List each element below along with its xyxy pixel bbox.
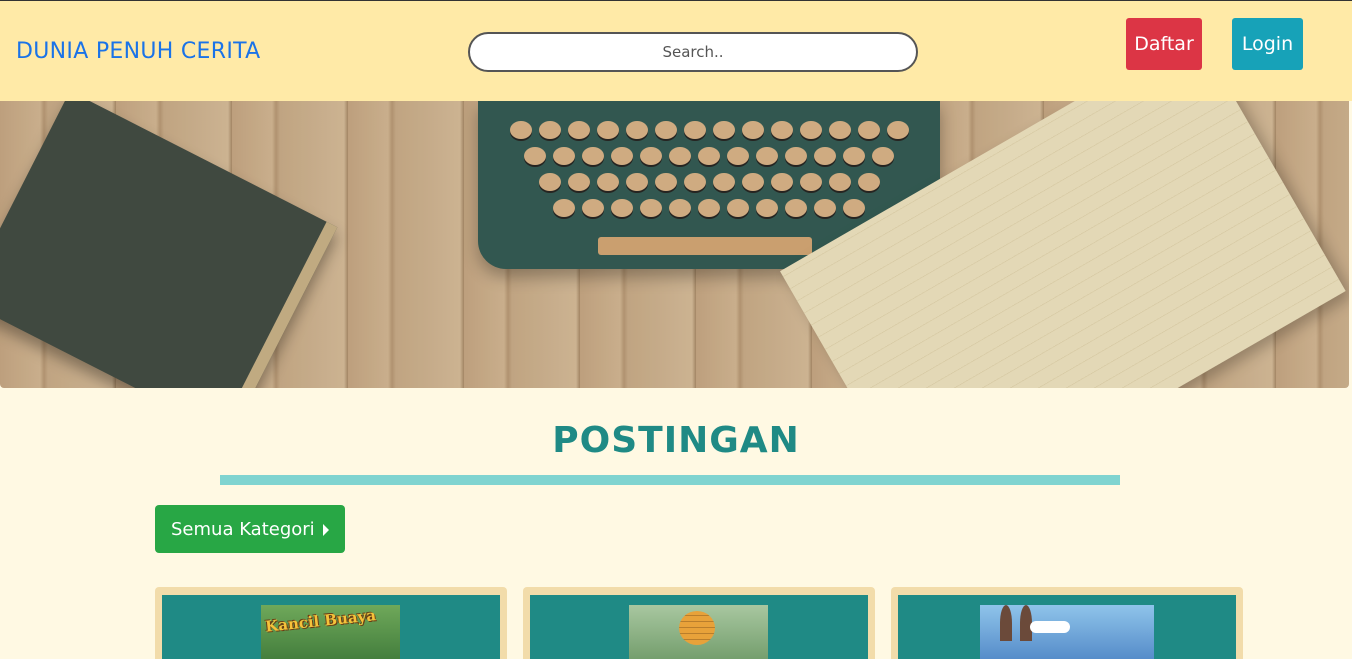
search-input[interactable] [468,32,918,72]
post-card[interactable] [523,587,875,659]
login-button[interactable]: Login [1232,18,1303,70]
hero-banner-image [0,101,1349,388]
post-card-body [530,595,868,659]
cloud-illustration [1030,621,1070,633]
post-thumbnail[interactable] [629,605,768,659]
post-card-body [898,595,1236,659]
navbar: DUNIA PENUH CERITA Daftar Login [0,0,1352,101]
category-dropdown-button[interactable]: Semua Kategori [155,505,345,553]
post-card[interactable] [891,587,1243,659]
beehive-illustration [679,611,715,645]
post-thumbnail[interactable]: Kancil Buaya [261,605,400,659]
post-card-body: Kancil Buaya [162,595,500,659]
caret-right-icon [323,524,329,536]
category-button-label: Semua Kategori [171,518,315,540]
post-thumbnail[interactable] [980,605,1154,659]
brand-title[interactable]: DUNIA PENUH CERITA [16,39,261,64]
thumbnail-logo-text: Kancil Buaya [264,606,377,636]
daftar-button[interactable]: Daftar [1126,18,1202,70]
donkey-ear-illustration [1000,605,1012,641]
section-title: POSTINGAN [552,420,800,461]
section-title-underline [220,475,1120,485]
post-card[interactable]: Kancil Buaya [155,587,507,659]
